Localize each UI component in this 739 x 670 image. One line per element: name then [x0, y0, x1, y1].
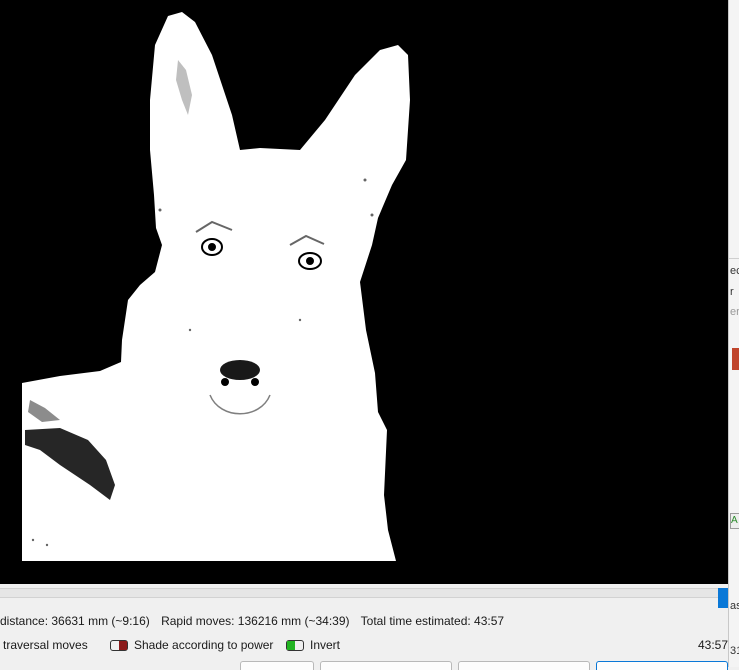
traversal-moves-option[interactable]: traversal moves [3, 637, 88, 653]
toggle-on-icon[interactable] [286, 639, 304, 651]
cut-distance-text: distance: 36631 mm (~9:16) [0, 614, 150, 628]
primary-bottom-button[interactable] [596, 661, 728, 670]
side-panel-accent [732, 348, 739, 370]
laser-preview-canvas[interactable] [0, 0, 728, 584]
bottom-button[interactable] [240, 661, 314, 670]
scrollbar-track[interactable] [0, 588, 728, 598]
bottom-button-row [0, 659, 728, 670]
invert-toggle[interactable]: Invert [286, 637, 340, 653]
traversal-moves-label: traversal moves [3, 638, 88, 652]
side-panel-fragment: 31 [730, 645, 739, 657]
job-statistics: distance: 36631 mm (~9:16) Rapid moves: … [0, 613, 512, 629]
shade-power-toggle[interactable]: Shade according to power [110, 637, 273, 653]
side-panel-fragment: r [730, 286, 734, 298]
dog-silhouette-image [22, 12, 410, 561]
invert-label: Invert [310, 638, 341, 652]
shade-power-label: Shade according to power [134, 638, 274, 652]
bottom-button[interactable] [320, 661, 452, 670]
side-panel-fragment: ec [730, 265, 739, 277]
side-panel-fragment: er [730, 306, 739, 318]
scrollbar-thumb[interactable] [718, 588, 728, 608]
elapsed-time: 43:57 [697, 638, 728, 652]
total-time-text: Total time estimated: 43:57 [360, 614, 505, 628]
side-panel-green-button[interactable]: A [730, 513, 739, 529]
timeline-scrollbar[interactable] [0, 584, 728, 610]
side-panel-edge: ec r er A as 31 [728, 0, 739, 667]
rapid-moves-text: Rapid moves: 136216 mm (~34:39) [161, 614, 350, 628]
bottom-button[interactable] [458, 661, 590, 670]
toggle-off-icon[interactable] [110, 639, 128, 651]
side-panel-fragment: as [730, 600, 739, 612]
